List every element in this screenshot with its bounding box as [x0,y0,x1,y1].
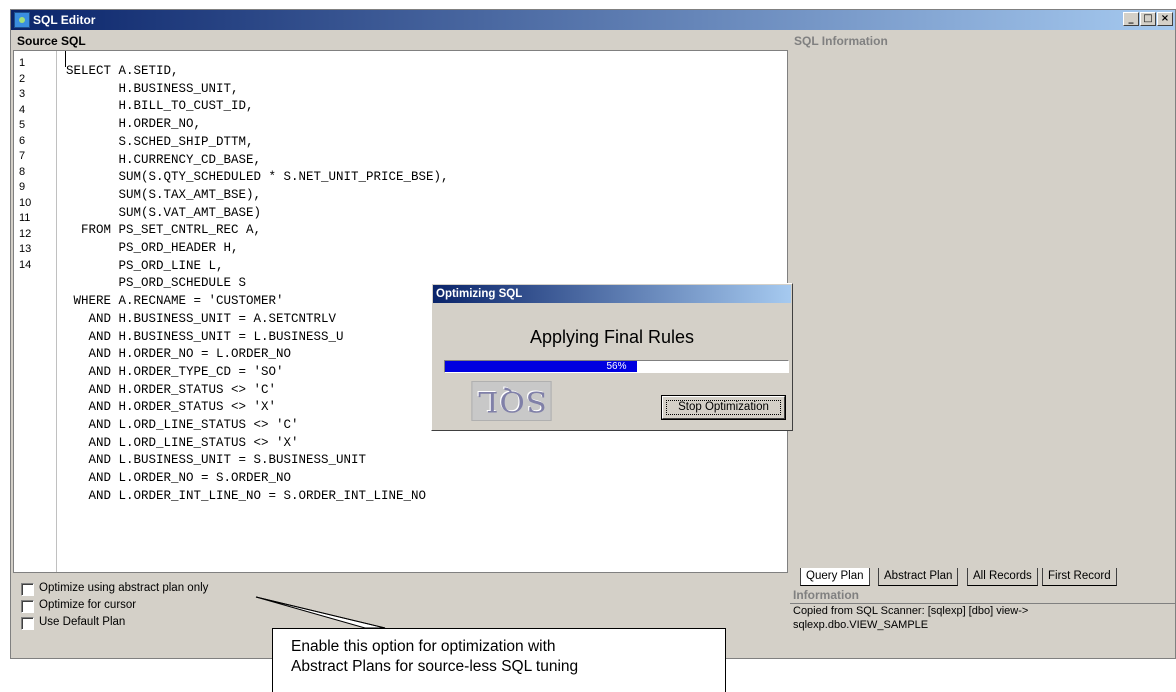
callout-box: Enable this option for optimization with… [272,628,726,692]
callout-pointer [255,596,386,629]
